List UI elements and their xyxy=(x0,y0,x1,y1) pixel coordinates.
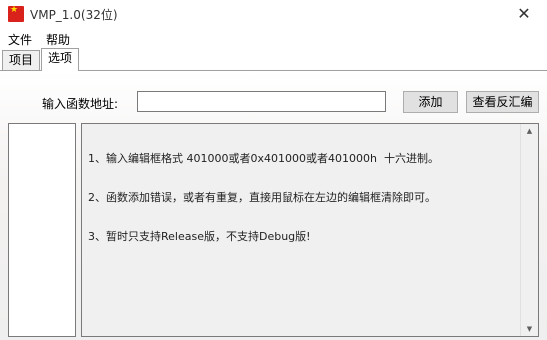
options-panel: 输入函数地址: 添加 查看反汇编 1、输入编辑框格式 401000或者0x401… xyxy=(0,71,547,340)
menu-bar: 文件 帮助 xyxy=(0,28,547,48)
menu-help[interactable]: 帮助 xyxy=(46,31,70,48)
tab-strip: 项目 选项 xyxy=(0,48,547,71)
info-line-1: 1、输入编辑框格式 401000或者0x401000或者401000h 十六进制… xyxy=(88,152,439,165)
title-bar: ★ VMP_1.0(32位) ✕ xyxy=(0,0,547,28)
address-label: 输入函数地址: xyxy=(42,97,119,111)
window-title: VMP_1.0(32位) xyxy=(30,8,118,22)
tab-options[interactable]: 选项 xyxy=(41,48,80,71)
scroll-down-arrow-icon[interactable]: ▼ xyxy=(521,322,538,336)
address-list-box[interactable] xyxy=(8,123,76,337)
tab-project[interactable]: 项目 xyxy=(2,50,41,70)
info-lines: 1、输入编辑框格式 401000或者0x401000或者401000h 十六进制… xyxy=(88,126,518,269)
menu-file[interactable]: 文件 xyxy=(8,31,32,48)
info-line-3: 3、暂时只支持Release版，不支持Debug版! xyxy=(88,230,311,243)
address-input[interactable] xyxy=(137,91,386,112)
add-button[interactable]: 添加 xyxy=(403,91,458,113)
close-button[interactable]: ✕ xyxy=(501,0,547,28)
info-text-box[interactable]: 1、输入编辑框格式 401000或者0x401000或者401000h 十六进制… xyxy=(81,123,539,337)
view-disassembly-button[interactable]: 查看反汇编 xyxy=(466,91,539,113)
scroll-up-arrow-icon[interactable]: ▲ xyxy=(521,124,538,138)
vertical-scrollbar[interactable]: ▲ ▼ xyxy=(520,124,538,336)
app-flag-icon: ★ xyxy=(8,6,24,22)
info-line-2: 2、函数添加错误，或者有重复，直接用鼠标在左边的编辑框清除即可。 xyxy=(88,191,436,204)
